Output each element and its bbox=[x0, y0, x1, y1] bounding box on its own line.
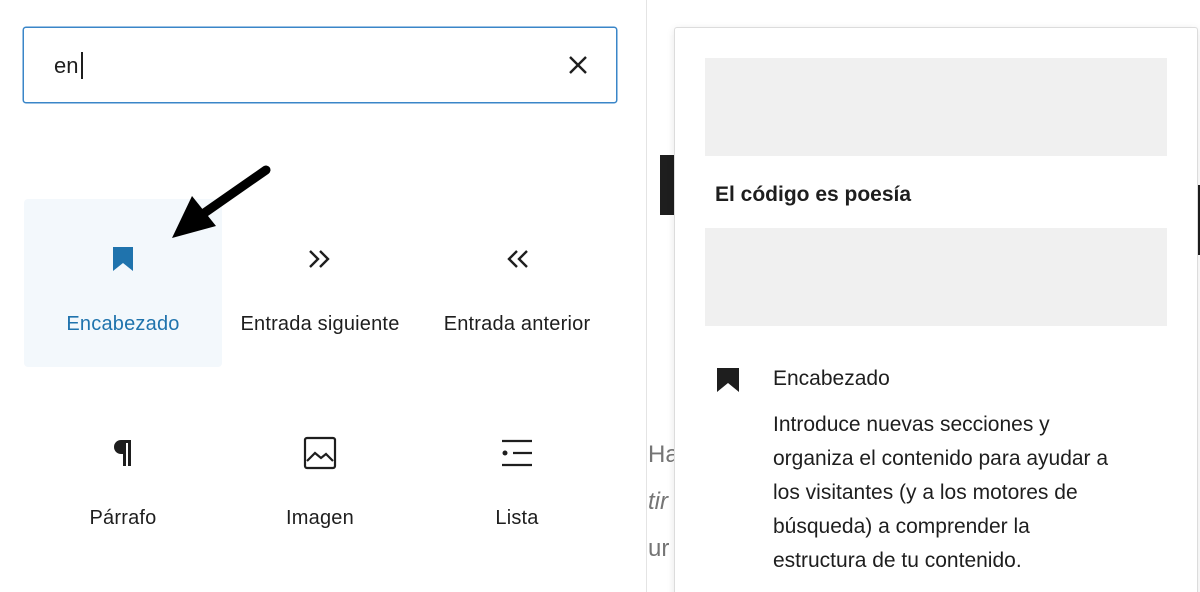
panel-divider bbox=[646, 0, 647, 592]
block-info-description: Introduce nuevas secciones y organiza el… bbox=[773, 413, 1109, 572]
block-label: Entrada siguiente bbox=[240, 313, 400, 335]
annotation-arrow-icon bbox=[160, 160, 280, 250]
block-label: Entrada anterior bbox=[443, 313, 591, 335]
image-icon bbox=[221, 433, 419, 473]
background-text-line: tir bbox=[648, 488, 668, 515]
background-text-line: ur bbox=[648, 535, 670, 562]
block-preview-card: El código es poesía Encabezado Introduce… bbox=[674, 27, 1198, 592]
clear-search-button[interactable] bbox=[565, 52, 591, 78]
block-label: Imagen bbox=[286, 507, 354, 529]
block-label: Encabezado bbox=[66, 313, 180, 335]
close-icon bbox=[569, 56, 587, 74]
bookmark-icon bbox=[715, 366, 741, 394]
block-label: Párrafo bbox=[89, 507, 157, 529]
block-label: Lista bbox=[495, 507, 539, 529]
preview-heading: El código es poesía bbox=[715, 183, 912, 206]
search-input[interactable] bbox=[54, 50, 534, 82]
block-search-field[interactable] bbox=[23, 27, 617, 103]
block-item-imagen[interactable]: Imagen bbox=[221, 393, 419, 561]
block-item-parrafo[interactable]: Párrafo bbox=[24, 393, 222, 561]
preview-placeholder bbox=[705, 228, 1167, 326]
preview-placeholder bbox=[705, 58, 1167, 156]
double-chevron-left-icon bbox=[418, 239, 616, 279]
list-icon bbox=[418, 433, 616, 473]
text-caret bbox=[81, 52, 83, 79]
block-item-entrada-anterior[interactable]: Entrada anterior bbox=[418, 199, 616, 367]
pilcrow-icon bbox=[24, 433, 222, 473]
block-info-title: Encabezado bbox=[773, 367, 890, 390]
block-item-lista[interactable]: Lista bbox=[418, 393, 616, 561]
